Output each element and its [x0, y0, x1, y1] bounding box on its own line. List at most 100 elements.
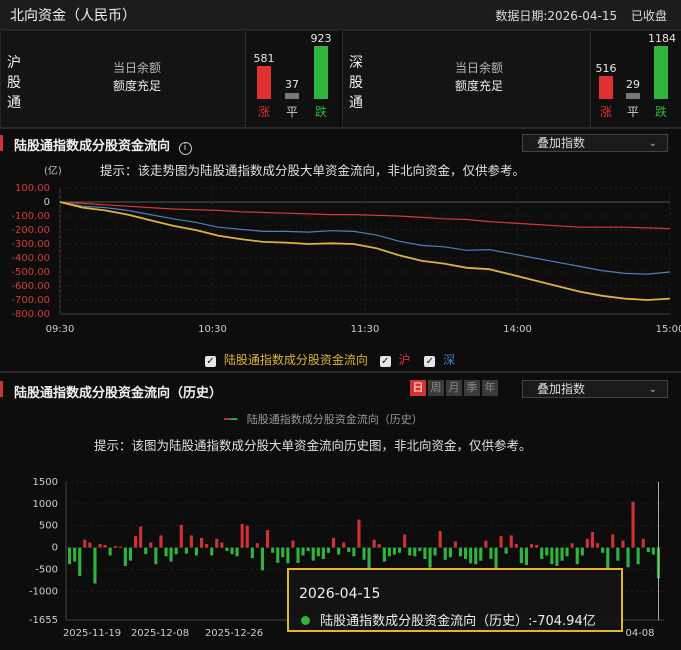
- bar: [636, 547, 640, 565]
- bar: [362, 547, 366, 560]
- bar: [611, 534, 615, 548]
- tab-quarter[interactable]: 季: [464, 380, 480, 396]
- tab-day[interactable]: 日: [410, 380, 426, 396]
- y-tick-label: 1000: [33, 499, 58, 510]
- down-label-sz: 跌: [654, 105, 667, 119]
- bar: [606, 547, 610, 571]
- data-date-label: 数据日期:2026-04-15: [495, 9, 618, 23]
- bar: [474, 547, 478, 565]
- bar: [164, 547, 168, 557]
- checkbox-sh[interactable]: ✓: [379, 356, 391, 367]
- bar: [469, 547, 473, 564]
- dropdown-label: 叠加指数: [537, 136, 586, 150]
- section-marker: [0, 135, 3, 151]
- bar: [641, 538, 645, 548]
- up-count-sz: 516: [595, 62, 617, 75]
- bar: [580, 547, 584, 556]
- bar: [484, 540, 488, 548]
- down-count-sz: 1184: [648, 32, 676, 45]
- bar: [535, 545, 539, 548]
- x-tick-label: 2025-12-08: [131, 628, 189, 639]
- bar: [560, 547, 564, 561]
- bar: [423, 547, 427, 559]
- bar: [123, 547, 127, 566]
- breadth-box-sh: 581 37 923 涨 平 跌: [245, 31, 338, 127]
- bar: [433, 547, 437, 556]
- overlay-index-dropdown[interactable]: 叠加指数 ⌄: [522, 134, 668, 152]
- flat-label-sz: 平: [626, 105, 639, 119]
- history-legend-text: 陆股通指数成分股资金流向（历史）: [246, 413, 423, 426]
- series-line-main: [59, 201, 671, 301]
- bar: [352, 547, 356, 557]
- history-legend: ━━ 陆股通指数成分股资金流向（历史）: [224, 413, 423, 426]
- bar: [403, 534, 407, 548]
- bar: [93, 547, 97, 584]
- flat-count-sh: 37: [285, 78, 299, 91]
- intraday-title: 陆股通指数成分股资金流向 i: [14, 135, 192, 155]
- y-tick-label: 1500: [33, 477, 58, 488]
- intraday-legend: ✓ 陆股通指数成分股资金流向 ✓ 沪 ✓ 深: [205, 351, 455, 368]
- bar: [118, 546, 122, 548]
- bar: [88, 542, 92, 548]
- bar: [387, 547, 391, 557]
- bar: [149, 542, 153, 548]
- history-tooltip: 2026-04-15 陆股通指数成分股资金流向（历史）:-704.94亿: [287, 568, 623, 632]
- bar: [565, 547, 569, 557]
- bar: [230, 547, 234, 555]
- tooltip-label: 陆股通指数成分股资金流向（历史）: [320, 614, 529, 629]
- bar: [306, 547, 310, 552]
- down-count-sh: 923: [310, 32, 332, 45]
- checkbox-main[interactable]: ✓: [205, 356, 216, 367]
- y-unit: (亿): [44, 166, 62, 177]
- data-date: 数据日期:2026-04-15 已收盘: [495, 7, 667, 24]
- bar: [255, 543, 259, 548]
- y-tick-label: -400.00: [11, 253, 50, 264]
- bar: [154, 547, 158, 565]
- bar: [184, 547, 188, 554]
- intraday-hint: 提示：该走势图为陆股通指数成分股大单资金流向，非北向资金，仅供参考。: [100, 163, 526, 178]
- overlay-index-dropdown-history[interactable]: 叠加指数 ⌄: [522, 380, 668, 398]
- bar: [540, 547, 544, 559]
- header-bar: 北向资金（人民币） 数据日期:2026-04-15 已收盘: [0, 0, 681, 30]
- bar: [174, 547, 178, 555]
- info-circle-icon[interactable]: i: [178, 142, 192, 155]
- bar: [281, 547, 285, 558]
- bar: [134, 536, 138, 548]
- tab-week[interactable]: 周: [428, 380, 444, 396]
- bar: [590, 531, 594, 548]
- tooltip-date: 2026-04-15: [299, 586, 381, 602]
- bar: [392, 547, 396, 555]
- bar: [108, 547, 112, 556]
- bar: [575, 547, 579, 565]
- history-hint: 提示：该图为陆股通指数成分股大单资金流向历史图，非北向资金，仅供参考。: [94, 438, 532, 453]
- legend-sz: 深: [443, 353, 456, 367]
- bar: [596, 543, 600, 548]
- tab-month[interactable]: 月: [446, 380, 462, 396]
- bar: [504, 547, 508, 554]
- y-tick-label: -800.00: [11, 309, 50, 320]
- panel-shanghai-connect: 沪股通 当日余额 额度充足 581 37 923 涨 平 跌: [0, 30, 338, 128]
- x-tick-label: 2025-12-26: [205, 628, 263, 639]
- y-tick-label: -500: [35, 564, 58, 575]
- bar: [73, 547, 77, 562]
- checkbox-sz[interactable]: ✓: [424, 356, 436, 367]
- tab-year[interactable]: 年: [482, 380, 498, 396]
- y-tick-label: -200.00: [11, 225, 50, 236]
- x-tick-label: 10:30: [198, 324, 227, 335]
- bar: [276, 547, 280, 563]
- bar: [286, 547, 290, 564]
- bar: [418, 547, 422, 552]
- bar: [159, 535, 163, 548]
- flat-label-sh: 平: [285, 105, 298, 119]
- bar: [499, 536, 503, 548]
- bar: [296, 547, 300, 563]
- bar: [347, 547, 351, 552]
- chevron-down-icon: ⌄: [648, 384, 657, 395]
- up-count-sh: 581: [253, 52, 275, 65]
- history-title: 陆股通指数成分股资金流向（历史）: [14, 386, 223, 401]
- flat-count-sz: 29: [626, 78, 640, 91]
- dropdown-label: 叠加指数: [537, 382, 586, 396]
- bar: [372, 539, 376, 548]
- bar: [205, 544, 209, 548]
- tooltip-value: :-704.94亿: [528, 614, 596, 629]
